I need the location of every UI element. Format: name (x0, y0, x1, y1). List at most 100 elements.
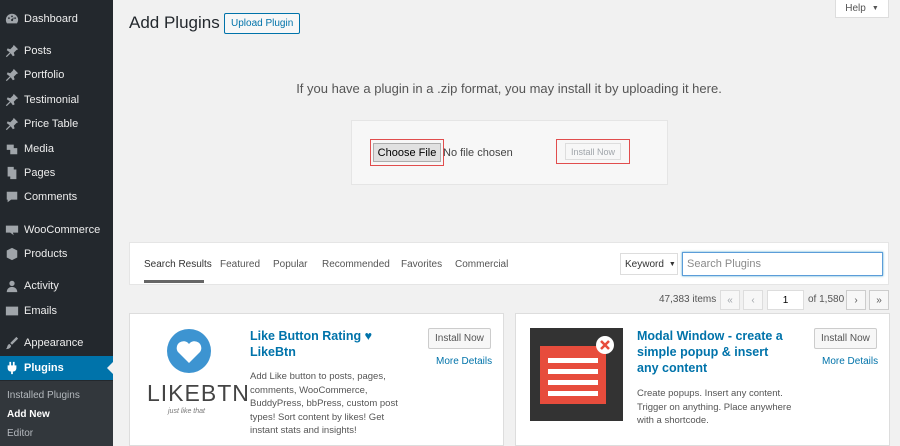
woocommerce-icon (0, 223, 24, 237)
sidebar-item-price-table[interactable]: Price Table (0, 112, 113, 136)
products-icon (0, 247, 24, 261)
plugin-title-line: LikeBtn (250, 345, 296, 359)
caret-down-icon: ▼ (871, 5, 879, 12)
items-count: 47,383 items (659, 294, 717, 305)
tab-search-results[interactable]: Search Results (144, 259, 212, 270)
plugin-title-line: any content (637, 361, 708, 375)
active-arrow (107, 362, 113, 374)
email-icon (0, 304, 24, 318)
sidebar-item-label: WooCommerce (24, 224, 101, 236)
choose-file-highlight: Choose File (370, 139, 444, 166)
help-button[interactable]: Help ▼ (835, 0, 889, 18)
last-page-button[interactable]: » (869, 290, 889, 310)
search-type-select[interactable]: Keyword ▼ (620, 253, 678, 275)
description-line: Trigger on anything. Place anywhere (637, 401, 792, 413)
description-line: BuddyPress, bbPress, custom post (250, 398, 398, 410)
search-type-value: Keyword (625, 258, 664, 270)
more-details-link[interactable]: More Details (436, 356, 492, 367)
install-now-button[interactable]: Install Now (428, 328, 491, 349)
sidebar-item-label: Comments (24, 191, 78, 203)
sidebar-item-dashboard[interactable]: Dashboard (0, 7, 113, 31)
plugin-title-line: simple popup & insert (637, 345, 769, 359)
plugins-icon (0, 361, 24, 375)
dashboard-icon (0, 12, 24, 26)
sidebar-item-label: Plugins (24, 362, 64, 374)
sidebar-item-label: Dashboard (24, 13, 78, 25)
sidebar-item-label: Posts (24, 45, 52, 57)
tab-favorites[interactable]: Favorites (401, 259, 442, 270)
sidebar-item-label: Media (24, 143, 54, 155)
sidebar-item-appearance[interactable]: Appearance (0, 331, 113, 355)
likebtn-logo-text: LIKEBTN (147, 380, 250, 406)
plugin-title-line: Modal Window - create a (637, 329, 783, 343)
next-page-button[interactable]: › (846, 290, 866, 310)
more-details-link[interactable]: More Details (822, 356, 878, 367)
sidebar-item-woocommerce[interactable]: WooCommerce (0, 218, 113, 242)
description-line: instant stats and insights! (250, 425, 357, 437)
sidebar-item-comments[interactable]: Comments (0, 185, 113, 209)
install-now-highlight: Install Now (556, 139, 630, 164)
tab-recommended[interactable]: Recommended (322, 259, 390, 270)
modal-window-icon (540, 336, 614, 404)
sidebar-item-media[interactable]: Media (0, 137, 113, 161)
plugin-title[interactable]: Like Button Rating ♥ LikeBtn (250, 328, 420, 360)
help-label: Help (845, 3, 866, 14)
sidebar-item-testimonial[interactable]: Testimonial (0, 88, 113, 112)
submenu-editor[interactable]: Editor (7, 428, 33, 439)
sidebar-item-posts[interactable]: Posts (0, 39, 113, 63)
media-icon (0, 142, 24, 156)
plugin-description: Create popups. Insert any content. Trigg… (637, 387, 807, 428)
install-now-button[interactable]: Install Now (814, 328, 877, 349)
submenu-installed-plugins[interactable]: Installed Plugins (7, 390, 80, 401)
modal-window-logo[interactable] (530, 328, 623, 421)
plugin-card-likebtn: LIKEBTN just like that Like Button Ratin… (129, 313, 504, 446)
sidebar-item-label: Emails (24, 305, 58, 317)
sidebar-item-products[interactable]: Products (0, 242, 113, 266)
submenu-add-new[interactable]: Add New (7, 409, 50, 420)
likebtn-logo[interactable]: LIKEBTN just like that (144, 328, 249, 440)
search-plugins-input[interactable] (682, 252, 883, 276)
plugin-card-modal-window: Modal Window - create a simple popup & i… (515, 313, 890, 446)
sidebar-item-portfolio[interactable]: Portfolio (0, 63, 113, 87)
sidebar-item-label: Pages (24, 167, 56, 179)
first-page-button[interactable]: « (720, 290, 740, 310)
sidebar-item-plugins[interactable]: Plugins (0, 356, 113, 380)
sidebar-item-label: Testimonial (24, 94, 80, 106)
description-line: comments, WooCommerce, (250, 384, 368, 396)
sidebar-item-activity[interactable]: Activity (0, 274, 113, 298)
tab-featured[interactable]: Featured (220, 259, 260, 270)
activity-icon (0, 279, 24, 293)
description-line: Create popups. Insert any content. (637, 388, 783, 399)
plugin-title[interactable]: Modal Window - create a simple popup & i… (637, 328, 807, 376)
description-line: Add Like button to posts, pages, (250, 371, 386, 382)
caret-down-icon: ▼ (668, 260, 676, 268)
total-pages: of 1,580 (808, 294, 845, 305)
pages-icon (0, 166, 24, 180)
description-line: types! Sort content by likes! Get (250, 411, 385, 423)
plugin-title-line: Like Button Rating ♥ (250, 329, 372, 343)
appearance-icon (0, 336, 24, 350)
tab-popular[interactable]: Popular (273, 259, 307, 270)
current-page-input[interactable] (767, 290, 804, 310)
previous-page-button[interactable]: ‹ (743, 290, 763, 310)
admin-sidebar: Dashboard Posts Portfolio Testimonial Pr… (0, 0, 113, 446)
no-file-chosen-text: No file chosen (443, 147, 513, 159)
choose-file-button[interactable]: Choose File (372, 143, 442, 162)
description-line: with a shortcode. (637, 415, 709, 427)
sidebar-item-pages[interactable]: Pages (0, 161, 113, 185)
plugins-submenu: Installed Plugins Add New Editor (0, 381, 113, 446)
sidebar-item-label: Price Table (24, 118, 79, 130)
sidebar-item-label: Activity (24, 280, 59, 292)
upload-plugin-button[interactable]: Upload Plugin (224, 13, 301, 34)
plugin-description: Add Like button to posts, pages, comment… (250, 370, 420, 438)
page-title: Add Plugins (129, 13, 220, 32)
upload-instructions: If you have a plugin in a .zip format, y… (296, 81, 722, 96)
active-tab-indicator (144, 280, 204, 283)
likebtn-logo-tagline: just like that (168, 408, 205, 415)
install-now-button[interactable]: Install Now (564, 143, 621, 160)
sidebar-item-emails[interactable]: Emails (0, 299, 113, 323)
pin-icon (0, 68, 24, 82)
sidebar-item-label: Portfolio (24, 69, 65, 81)
tab-commercial[interactable]: Commercial (455, 259, 508, 270)
comment-icon (0, 190, 24, 204)
